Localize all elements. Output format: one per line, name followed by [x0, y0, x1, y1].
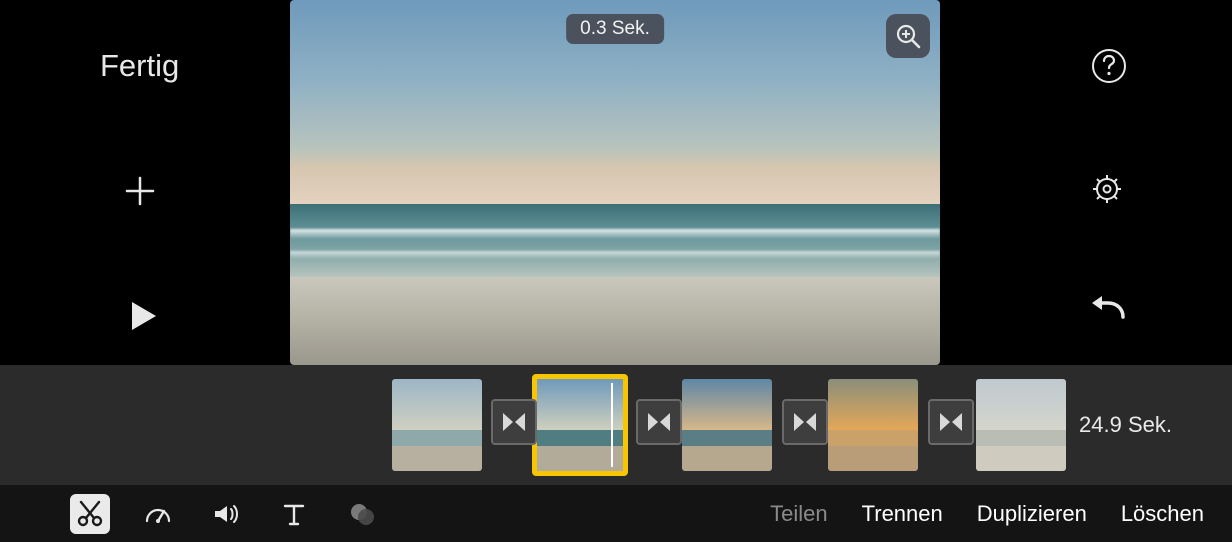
play-icon	[124, 298, 160, 334]
transition-button[interactable]	[636, 399, 682, 445]
transition-button[interactable]	[928, 399, 974, 445]
text-icon	[279, 499, 309, 529]
overlap-circles-icon	[347, 499, 377, 529]
undo-button[interactable]	[1087, 295, 1127, 330]
question-circle-icon	[1091, 48, 1127, 84]
bottom-toolbar: Teilen Trennen Duplizieren Löschen	[0, 485, 1232, 542]
video-preview[interactable]: 0.3 Sek.	[290, 0, 940, 365]
transition-icon	[791, 408, 819, 436]
timeline[interactable]: 24.9 Sek.	[0, 365, 1232, 485]
help-button[interactable]	[1091, 48, 1127, 89]
gear-icon	[1090, 172, 1124, 206]
split-action: Teilen	[770, 501, 827, 527]
speaker-icon	[211, 499, 241, 529]
detach-action[interactable]: Trennen	[862, 501, 943, 527]
duplicate-action[interactable]: Duplizieren	[977, 501, 1087, 527]
scissors-icon	[75, 499, 105, 529]
filters-tool-button[interactable]	[342, 494, 382, 534]
transition-icon	[500, 408, 528, 436]
timeline-clip[interactable]	[976, 379, 1066, 471]
timeline-clip[interactable]	[682, 379, 772, 471]
transition-icon	[645, 408, 673, 436]
speed-tool-button[interactable]	[138, 494, 178, 534]
delete-action[interactable]: Löschen	[1121, 501, 1204, 527]
plus-icon	[124, 175, 156, 207]
magnify-plus-icon	[895, 23, 921, 49]
timeline-clip[interactable]	[532, 374, 628, 476]
transition-button[interactable]	[782, 399, 828, 445]
undo-icon	[1087, 295, 1127, 325]
cut-tool-button[interactable]	[70, 494, 110, 534]
add-media-button[interactable]	[124, 175, 156, 212]
transition-button[interactable]	[491, 399, 537, 445]
timeline-clip[interactable]	[392, 379, 482, 471]
titles-tool-button[interactable]	[274, 494, 314, 534]
clip-duration-badge: 0.3 Sek.	[566, 14, 664, 44]
timeline-clip[interactable]	[828, 379, 918, 471]
settings-button[interactable]	[1090, 172, 1124, 211]
done-button[interactable]: Fertig	[100, 48, 179, 84]
transition-icon	[937, 408, 965, 436]
zoom-button[interactable]	[886, 14, 930, 58]
play-button[interactable]	[124, 298, 160, 339]
remaining-duration-label: 24.9 Sek.	[1079, 412, 1172, 438]
volume-tool-button[interactable]	[206, 494, 246, 534]
speedometer-icon	[143, 499, 173, 529]
